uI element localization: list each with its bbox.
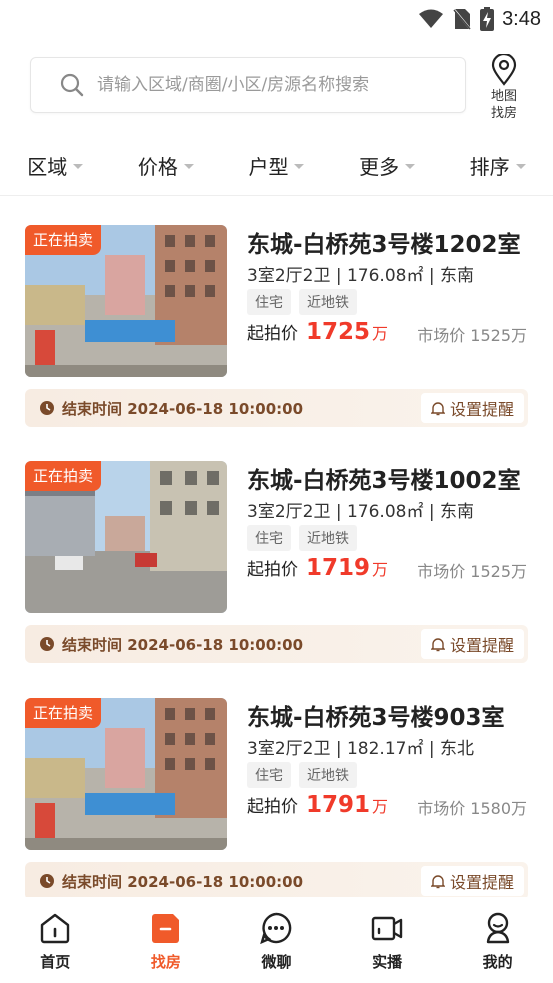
status-time: 3:48 [502,7,541,30]
auction-status-badge: 正在拍卖 [25,698,101,728]
listing-card[interactable]: 正在拍卖 东城-白桥苑3号楼1202室 3室2厅2卫 | 176.08㎡ | 东… [0,225,553,461]
nav-home[interactable]: 首页 [0,897,111,983]
battery-charging-icon [480,7,495,31]
nav-chat[interactable]: 微聊 [221,897,332,983]
tag: 住宅 [247,289,291,315]
auction-status-badge: 正在拍卖 [25,225,101,255]
auction-end-time: 结束时间 2024-06-18 10:00:00 [62,399,304,418]
auction-end-bar: 结束时间 2024-06-18 10:00:00 设置提醒 [25,862,528,900]
profile-icon [486,912,509,944]
dropdown-arrow-icon [405,164,416,169]
clock-icon [40,874,54,888]
search-box[interactable] [30,57,466,113]
search-icon [60,73,84,97]
auction-end-bar: 结束时间 2024-06-18 10:00:00 设置提醒 [25,625,528,663]
price-row: 起拍价 1791 万 市场价 1580万 [247,792,527,822]
bell-icon [430,637,445,651]
market-price: 市场价 1525万 [417,562,527,581]
tag: 住宅 [247,762,291,788]
set-reminder-button[interactable]: 设置提醒 [420,393,524,423]
price-row: 起拍价 1719 万 市场价 1525万 [247,555,527,585]
dropdown-arrow-icon [183,164,194,169]
chat-icon [260,912,292,945]
listing-specs: 3室2厅2卫 | 176.08㎡ | 东南 [247,502,475,522]
auction-status-badge: 正在拍卖 [25,461,101,491]
find-house-icon [151,914,179,943]
no-sim-icon [452,7,472,31]
clock-icon [40,637,54,651]
auction-end-time: 结束时间 2024-06-18 10:00:00 [62,635,304,654]
price-unit: 万 [372,560,389,579]
map-search-button[interactable]: 地图 找房 [482,54,526,122]
filter-sort[interactable]: 排序 [442,136,553,195]
clock-icon [40,401,54,415]
auction-end-time: 结束时间 2024-06-18 10:00:00 [62,872,304,891]
start-price: 1725 [306,319,371,345]
listing-title: 东城-白桥苑3号楼1202室 [247,232,521,258]
dropdown-arrow-icon [515,164,526,169]
set-reminder-label: 设置提醒 [449,636,514,655]
filter-more[interactable]: 更多 [332,136,443,195]
filter-label: 户型 [248,155,289,179]
listing-specs: 3室2厅2卫 | 176.08㎡ | 东南 [247,266,475,286]
set-reminder-button[interactable]: 设置提醒 [420,866,524,896]
status-icons: 3:48 [418,7,541,31]
bell-icon [430,874,445,888]
filter-bar: 区域 价格 户型 更多 排序 [0,136,553,196]
start-price-label: 起拍价 [247,797,298,817]
start-price-label: 起拍价 [247,324,298,344]
filter-label: 排序 [469,155,510,179]
listing-card[interactable]: 正在拍卖 东城-白桥苑3号楼1002室 3室2厅2卫 | 176.08㎡ | 东… [0,461,553,697]
listing-tags: 住宅 近地铁 [247,289,357,315]
nav-live[interactable]: 实播 [332,897,443,983]
map-search-label-1: 地图 [490,89,517,104]
listing-tags: 住宅 近地铁 [247,525,357,551]
price-unit: 万 [372,797,389,816]
listing-title: 东城-白桥苑3号楼1002室 [247,468,521,494]
nav-label: 找房 [150,953,181,971]
nav-profile[interactable]: 我的 [442,897,553,983]
start-price: 1719 [306,555,371,581]
filter-label: 更多 [359,155,400,179]
bell-icon [430,401,445,415]
wifi-icon [419,9,444,28]
start-price-label: 起拍价 [247,560,298,580]
set-reminder-label: 设置提醒 [449,400,514,419]
map-search-label-2: 找房 [490,106,517,121]
nav-label: 我的 [482,953,513,971]
tag: 近地铁 [299,525,357,551]
tag: 近地铁 [299,762,357,788]
filter-label: 价格 [137,155,178,179]
live-video-icon [371,916,403,941]
nav-find-house[interactable]: 找房 [111,897,222,983]
market-price: 市场价 1580万 [417,799,527,818]
search-input[interactable] [97,75,437,95]
set-reminder-button[interactable]: 设置提醒 [420,629,524,659]
tag: 住宅 [247,525,291,551]
filter-price[interactable]: 价格 [111,136,222,195]
set-reminder-label: 设置提醒 [449,873,514,892]
nav-label: 实播 [372,953,403,971]
nav-label: 微聊 [261,953,292,971]
filter-label: 区域 [27,155,68,179]
filter-layout[interactable]: 户型 [221,136,332,195]
listing-specs: 3室2厅2卫 | 182.17㎡ | 东北 [247,739,475,759]
tag: 近地铁 [299,289,357,315]
auction-end-bar: 结束时间 2024-06-18 10:00:00 设置提醒 [25,389,528,427]
status-bar: 3:48 [0,0,553,38]
filter-region[interactable]: 区域 [0,136,111,195]
listing-title: 东城-白桥苑3号楼903室 [247,705,505,731]
start-price: 1791 [306,792,371,818]
nav-label: 首页 [40,953,71,971]
home-icon [41,913,70,944]
bottom-nav: 首页 找房 微聊 实播 我的 [0,897,553,983]
map-pin-icon [491,54,517,86]
market-price: 市场价 1525万 [417,326,527,345]
listing-tags: 住宅 近地铁 [247,762,357,788]
price-unit: 万 [372,324,389,343]
dropdown-arrow-icon [294,164,305,169]
dropdown-arrow-icon [73,164,84,169]
price-row: 起拍价 1725 万 市场价 1525万 [247,319,527,349]
